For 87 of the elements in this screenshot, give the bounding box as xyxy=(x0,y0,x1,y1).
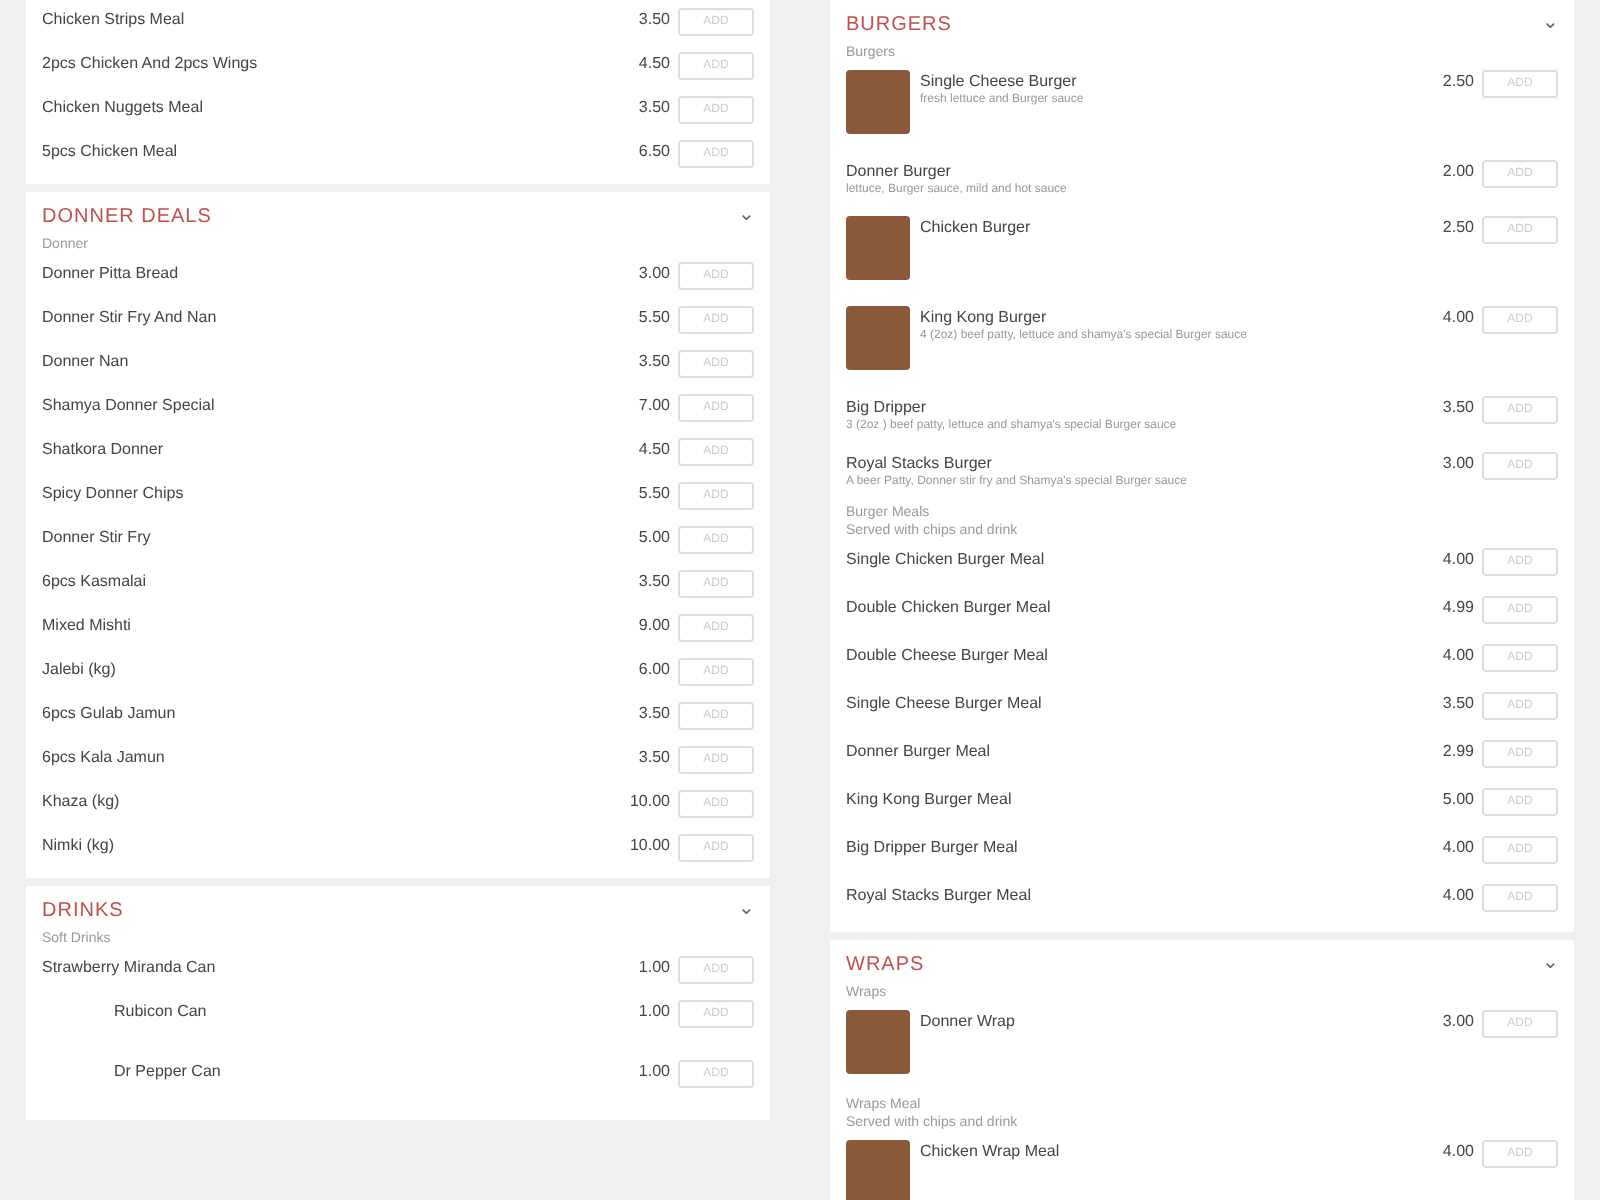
item-name: Donner Pitta Bread xyxy=(42,262,181,284)
item-name: Chicken Wrap Meal xyxy=(920,1140,1062,1162)
item-name: Donner Stir Fry And Nan xyxy=(42,306,219,328)
item-price: 2.50 xyxy=(1442,216,1474,238)
item-price: 4.00 xyxy=(1442,884,1474,906)
item-name: Donner Burger xyxy=(846,160,953,182)
item-price: 10.00 xyxy=(629,834,670,856)
item-price: 2.50 xyxy=(1442,70,1474,92)
item-price: 3.50 xyxy=(638,570,670,592)
item-name: Double Cheese Burger Meal xyxy=(846,644,1050,666)
item-price: 2.99 xyxy=(1442,740,1474,762)
section-title: DRINKS xyxy=(42,897,124,925)
item-name: Rubicon Can xyxy=(114,1000,209,1022)
item-price: 5.50 xyxy=(638,482,670,504)
photo-placeholder xyxy=(846,70,910,134)
item-price: 5.50 xyxy=(638,306,670,328)
item-price: 3.50 xyxy=(638,8,670,30)
item-name: Donner Nan xyxy=(42,350,131,372)
item-name: King Kong Burger xyxy=(920,306,1049,328)
item-name: 6pcs Kasmalai xyxy=(42,570,149,592)
section-title: WRAPS xyxy=(846,951,925,979)
item-price: 10.00 xyxy=(629,790,670,812)
collapse-toggle[interactable]: ⌄ xyxy=(1542,954,1558,974)
item-price: 4.00 xyxy=(1442,836,1474,858)
item-name: Spicy Donner Chips xyxy=(42,482,186,504)
item-name: 6pcs Kala Jamun xyxy=(42,746,167,768)
item-price: 2.00 xyxy=(1442,160,1474,182)
item-name: Nimki (kg) xyxy=(42,834,116,856)
item-price: 3.00 xyxy=(1442,1010,1474,1032)
item-name: Double Chicken Burger Meal xyxy=(846,596,1053,618)
item-name: Shatkora Donner xyxy=(42,438,165,460)
item-name: Strawberry Miranda Can xyxy=(42,956,218,978)
item-price: 4.00 xyxy=(1442,306,1474,328)
item-name: Khaza (kg) xyxy=(42,790,122,812)
item-price: 3.00 xyxy=(1442,452,1474,474)
collapse-toggle[interactable]: ⌄ xyxy=(1542,14,1558,34)
item-name: Donner Stir Fry xyxy=(42,526,153,548)
item-name: Dr Pepper Can xyxy=(114,1060,223,1082)
item-name: King Kong Burger Meal xyxy=(846,788,1014,810)
photo-placeholder xyxy=(846,306,910,370)
item-price: 3.50 xyxy=(1442,692,1474,714)
item-price: 7.00 xyxy=(638,394,670,416)
item-name: Jalebi (kg) xyxy=(42,658,118,680)
item-price: 4.00 xyxy=(1442,644,1474,666)
item-name: Royal Stacks Burger Meal xyxy=(846,884,1033,906)
item-name: Chicken Nuggets Meal xyxy=(42,96,205,118)
item-price: 4.00 xyxy=(1442,1140,1474,1162)
item-name: Chicken Strips Meal xyxy=(42,8,187,30)
item-price: 1.00 xyxy=(638,1060,670,1082)
item-price: 5.00 xyxy=(638,526,670,548)
item-price: 4.00 xyxy=(1442,548,1474,570)
photo-placeholder xyxy=(846,1140,910,1200)
item-name: Single Cheese Burger Meal xyxy=(846,692,1044,714)
item-price: 4.99 xyxy=(1442,596,1474,618)
item-price: 3.50 xyxy=(638,702,670,724)
item-price: 6.00 xyxy=(638,658,670,680)
item-name: Single Cheese Burger xyxy=(920,70,1079,92)
item-name: Single Chicken Burger Meal xyxy=(846,548,1047,570)
collapse-toggle[interactable]: ⌄ xyxy=(738,900,754,920)
collapse-toggle[interactable]: ⌄ xyxy=(738,206,754,226)
item-name: Mixed Mishti xyxy=(42,614,133,636)
item-name: Big Dripper xyxy=(846,396,929,418)
item-price: 4.50 xyxy=(638,52,670,74)
item-name: Big Dripper Burger Meal xyxy=(846,836,1020,858)
item-price: 3.50 xyxy=(638,746,670,768)
item-name: 6pcs Gulab Jamun xyxy=(42,702,178,724)
item-price: 5.00 xyxy=(1442,788,1474,810)
item-name: Donner Burger Meal xyxy=(846,740,993,762)
item-price: 3.00 xyxy=(638,262,670,284)
item-price: 1.00 xyxy=(638,1000,670,1022)
photo-placeholder xyxy=(846,1010,910,1074)
item-price: 4.50 xyxy=(638,438,670,460)
item-name: Donner Wrap xyxy=(920,1010,1017,1032)
section-title: BURGERS xyxy=(846,11,952,39)
item-price: 3.50 xyxy=(1442,396,1474,418)
item-price: 9.00 xyxy=(638,614,670,636)
section-title: DONNER DEALS xyxy=(42,203,212,231)
item-name: Royal Stacks Burger xyxy=(846,452,994,474)
item-price: 1.00 xyxy=(638,956,670,978)
item-name: Shamya Donner Special xyxy=(42,394,217,416)
item-name: 2pcs Chicken And 2pcs Wings xyxy=(42,52,260,74)
photo-placeholder xyxy=(846,216,910,280)
item-name: 5pcs Chicken Meal xyxy=(42,140,180,162)
item-price: 3.50 xyxy=(638,96,670,118)
item-price: 3.50 xyxy=(638,350,670,372)
item-name: Chicken Burger xyxy=(920,216,1033,238)
item-price: 6.50 xyxy=(638,140,670,162)
